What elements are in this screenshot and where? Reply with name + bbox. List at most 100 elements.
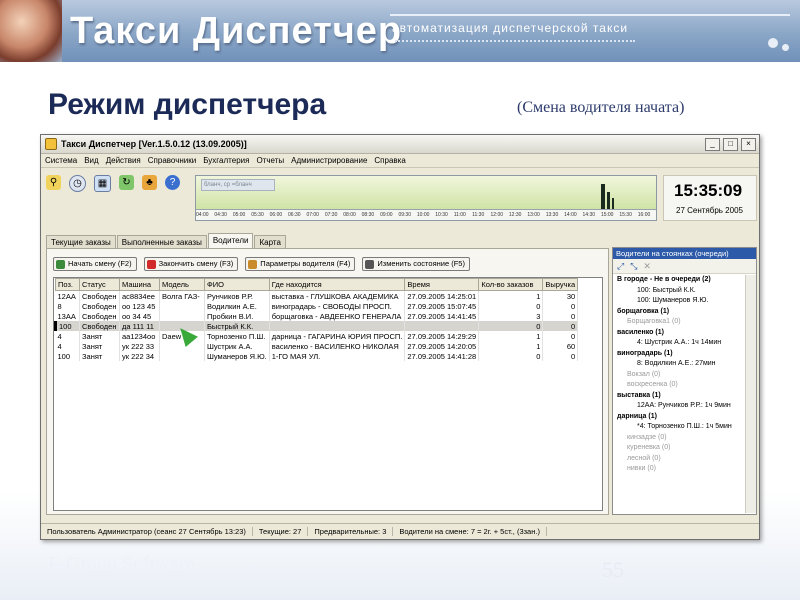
table-row[interactable]: 100 Свободен да 111 11 Быстрый К.К. 0 0 xyxy=(54,321,579,331)
table-cell: оо 123 45 xyxy=(119,301,160,311)
table-cell: 27.09.2005 14:41:45 xyxy=(404,311,480,321)
table-row[interactable]: 12АА Свободен ас8834ее Волга ГАЗ- Рунчиков Р… xyxy=(55,290,579,301)
table-cell: 27.09.2005 15:07:45 xyxy=(404,301,480,311)
panel-action-button[interactable]: Параметры водителя (F4) xyxy=(245,257,356,271)
queue-stand-node[interactable]: В городе - Не в очереди (2) xyxy=(613,275,745,286)
queue-stand-node[interactable]: нивки (0) xyxy=(613,464,745,475)
queue-driver-node[interactable]: 8: Водилкин А.Е.: 27мин xyxy=(613,359,745,370)
panel-action-button[interactable]: Начать смену (F2) xyxy=(53,257,137,271)
queue-stand-node[interactable]: воскресенка (0) xyxy=(613,380,745,391)
table-row[interactable]: 4 Занят ук 222 33 Шустрик А.А. василенко - В… xyxy=(55,341,579,351)
maximize-button[interactable]: □ xyxy=(723,137,738,151)
table-row[interactable]: 4 Занят аа1234оо Daew Торнозенко П.Ш. дарница… xyxy=(55,331,579,341)
menu-item[interactable]: Вид xyxy=(84,156,98,165)
close-button[interactable]: × xyxy=(741,137,756,151)
table-cell xyxy=(404,321,480,331)
table-cell: 100 xyxy=(54,321,80,331)
queue-stand-node[interactable]: Борщаговка1 (0) xyxy=(613,317,745,328)
drivers-panel: Начать смену (F2) Закончить смену (F3) Пар… xyxy=(46,248,609,515)
queue-stand-node[interactable]: выставка (1) xyxy=(613,391,745,402)
clock-icon[interactable]: ◷ xyxy=(69,175,86,192)
column-header[interactable]: Поз. xyxy=(55,278,80,291)
graph-filter-field[interactable]: бланч, ср =бланч xyxy=(201,179,275,191)
queue-driver-node[interactable]: 4: Шустрик А.А.: 1ч 14мин xyxy=(613,338,745,349)
minimize-button[interactable]: _ xyxy=(705,137,720,151)
menu-item[interactable]: Бухгалтерия xyxy=(203,156,249,165)
table-cell: Быстрый К.К. xyxy=(204,321,270,331)
drivers-grid[interactable]: Поз. Статус Машина Модель ФИО Где находится Вр… xyxy=(53,277,603,511)
table-cell: Шуманеров Я.Ю. xyxy=(204,351,270,361)
queue-driver-node[interactable]: 100: Быстрый К.К. xyxy=(613,286,745,297)
calendar-icon[interactable]: ▦ xyxy=(94,175,111,192)
table-cell: 60 xyxy=(542,341,579,351)
column-header[interactable]: Модель xyxy=(159,278,205,291)
column-header[interactable]: Выручка xyxy=(542,278,579,291)
page-number: 55 xyxy=(602,557,624,582)
queue-driver-node[interactable]: 100: Шуманеров Я.Ю. xyxy=(613,296,745,307)
table-row[interactable]: 100 Занят ук 222 34 Шуманеров Я.Ю. 1-ГО МАЯ … xyxy=(55,351,579,361)
tab-item[interactable]: Текущие заказы xyxy=(46,235,116,249)
expand-all-icon[interactable]: ⤢ xyxy=(617,261,624,272)
table-cell: 1-ГО МАЯ УЛ. xyxy=(269,351,406,361)
column-header[interactable]: ФИО xyxy=(204,278,270,291)
panel-action-label: Параметры водителя (F4) xyxy=(260,259,351,268)
tab-item[interactable]: Карта xyxy=(254,235,286,249)
queue-pane-header: Водители на стоянках (очереди) xyxy=(613,248,756,259)
collapse-all-icon[interactable]: ⤡ xyxy=(630,261,637,272)
column-header[interactable]: Где находится xyxy=(268,278,406,291)
panel-action-label: Начать смену (F2) xyxy=(68,259,132,268)
status-field: Водители на смене: 7 = 2г. + 5ст., (3зан… xyxy=(393,526,547,536)
table-cell: борщаговка - АВДЕЕНКО ГЕНЕРАЛА xyxy=(269,311,406,321)
start-icon xyxy=(56,259,65,269)
tab-item[interactable]: Выполненные заказы xyxy=(116,235,207,249)
help-icon[interactable]: ? xyxy=(165,175,180,190)
refresh-icon[interactable]: ↻ xyxy=(119,175,134,190)
table-row[interactable]: 8 Свободен оо 123 45 Водилкин А.Е. винограда… xyxy=(55,301,579,311)
table-cell: виноградарь - СВОБОДЫ ПРОСП. xyxy=(269,301,406,311)
table-cell: да 111 11 xyxy=(119,321,160,331)
menu-item[interactable]: Справочники xyxy=(148,156,196,165)
users-icon[interactable]: ♣ xyxy=(142,175,157,190)
close-icon[interactable]: ✕ xyxy=(643,261,651,272)
queue-stand-node[interactable]: виноградарь (1) xyxy=(613,349,745,360)
menu-item[interactable]: Отчеты xyxy=(256,156,284,165)
menu-item[interactable]: Действия xyxy=(106,156,141,165)
column-header[interactable]: Время xyxy=(404,278,480,291)
column-header[interactable]: Машина xyxy=(119,278,160,291)
queue-stand-node[interactable]: борщаговка (1) xyxy=(613,307,745,318)
column-header[interactable]: Статус xyxy=(79,278,120,291)
table-cell xyxy=(159,311,205,321)
queue-stand-node[interactable]: кинзадзе (0) xyxy=(613,433,745,444)
queue-pane-toolbar: ⤢ ⤡ ✕ xyxy=(613,259,756,274)
search-icon[interactable]: ⚲ xyxy=(46,175,61,190)
table-cell xyxy=(269,321,406,331)
window-titlebar[interactable]: Такси Диспетчер [Ver.1.5.0.12 (13.09.200… xyxy=(41,135,759,154)
table-row[interactable]: 13АА Свободен оо 34 45 Пробкин В.И. борщагов… xyxy=(55,311,579,321)
decor-dot xyxy=(768,38,778,48)
table-cell xyxy=(159,351,205,361)
graph-tick-label: 06:30 xyxy=(288,212,301,218)
queue-stand-node[interactable]: василенко (1) xyxy=(613,328,745,339)
slide-subtitle: (Смена водителя начата) xyxy=(517,99,685,116)
menu-item[interactable]: Администрирование xyxy=(291,156,367,165)
panel-action-button[interactable]: Закончить смену (F3) xyxy=(143,257,239,271)
queue-stand-node[interactable]: Вокзал (0) xyxy=(613,370,745,381)
graph-tick-label: 10:30 xyxy=(435,212,448,218)
table-cell: 0 xyxy=(542,321,579,331)
brand-logo-text: Такси Диспетчер xyxy=(70,10,403,52)
table-cell: ук 222 34 xyxy=(119,351,160,361)
queue-stand-node[interactable]: лесной (0) xyxy=(613,454,745,465)
change-state-icon xyxy=(365,259,375,269)
drivers-table: Поз. Статус Машина Модель ФИО Где находится Вр… xyxy=(54,278,579,361)
menu-item[interactable]: Система xyxy=(45,156,77,165)
queue-stand-node[interactable]: дарница (1) xyxy=(613,412,745,423)
column-header[interactable]: Кол-во заказов xyxy=(478,278,544,291)
queue-scrollbar[interactable] xyxy=(745,275,756,513)
tab-item[interactable]: Водители xyxy=(207,233,254,249)
queue-driver-node[interactable]: *4: Торнозенко П.Ш.: 1ч 5мин xyxy=(613,422,745,433)
queue-stand-node[interactable]: куреневка (0) xyxy=(613,443,745,454)
table-cell: аа1234оо xyxy=(119,331,160,341)
menu-item[interactable]: Справка xyxy=(374,156,405,165)
panel-action-button[interactable]: Изменить состояние (F5) xyxy=(362,257,470,271)
queue-driver-node[interactable]: 12АА: Рунчиков Р.Р.: 1ч 9мин xyxy=(613,401,745,412)
